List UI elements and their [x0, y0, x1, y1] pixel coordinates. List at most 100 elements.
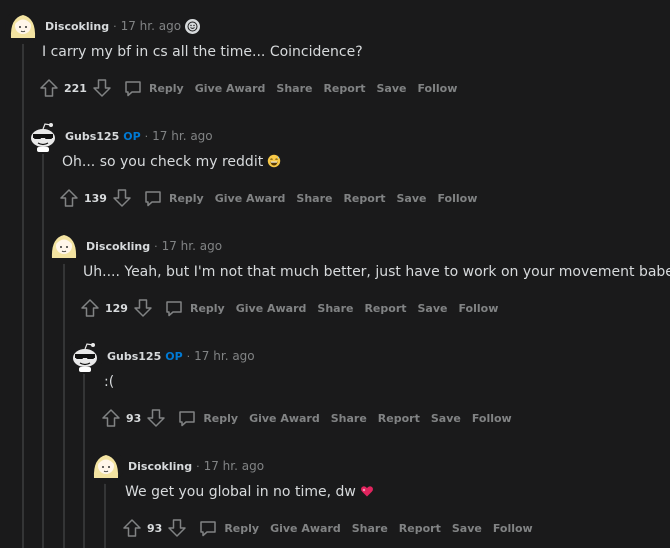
save-button[interactable]: Save	[452, 522, 482, 535]
give-award-button[interactable]: Give Award	[270, 522, 341, 535]
comment-timestamp[interactable]: 17 hr. ago	[162, 239, 222, 253]
save-button[interactable]: Save	[418, 302, 448, 315]
reply-label: Reply	[203, 411, 239, 425]
comment-header: Discokling · 17 hr. ago	[88, 446, 264, 486]
comment: Gubs125 OP · 17 hr. ago Oh... so you che…	[25, 116, 665, 216]
downvote-icon[interactable]	[146, 408, 166, 428]
share-button[interactable]: Share	[296, 192, 332, 205]
report-button[interactable]: Report	[399, 522, 441, 535]
comment: Discokling · 17 hr. ago I carry my bf in…	[5, 6, 665, 106]
comment-bubble-icon	[123, 78, 143, 98]
vote-count: 221	[64, 81, 87, 95]
reply-button[interactable]: Reply	[177, 408, 238, 428]
comment-timestamp[interactable]: 17 hr. ago	[194, 349, 254, 363]
comment-bubble-icon	[198, 518, 218, 538]
comment-body: :(	[104, 374, 114, 390]
comment-actions: 129 Reply Give Award Share Report Save F…	[80, 298, 498, 318]
op-badge: OP	[123, 129, 141, 143]
snoo-sunglasses-avatar-icon[interactable]	[67, 338, 103, 374]
separator: ·	[113, 19, 117, 33]
comment-header: Gubs125 OP · 17 hr. ago	[67, 336, 255, 376]
thread-line[interactable]	[22, 42, 24, 548]
reply-label: Reply	[168, 191, 204, 205]
comment-text: I carry my bf in cs all the time... Coin…	[42, 44, 363, 60]
comment-actions: 221 Reply Give Award Share Report Save F…	[39, 78, 457, 98]
give-award-button[interactable]: Give Award	[236, 302, 307, 315]
comment: Gubs125 OP · 17 hr. ago :( 93 Reply Give…	[67, 336, 667, 436]
comment-bubble-icon	[143, 188, 163, 208]
comment-header: Discokling · 17 hr. ago	[5, 6, 201, 46]
follow-button[interactable]: Follow	[472, 412, 512, 425]
reply-label: Reply	[189, 301, 225, 315]
follow-button[interactable]: Follow	[493, 522, 533, 535]
comment-author[interactable]: Gubs125	[65, 130, 119, 143]
follow-button[interactable]: Follow	[458, 302, 498, 315]
vote-count: 129	[105, 301, 128, 315]
comment-header: Gubs125 OP · 17 hr. ago	[25, 116, 213, 156]
comment: Discokling · 17 hr. ago We get you globa…	[88, 446, 668, 546]
separator: ·	[186, 349, 191, 363]
op-badge: OP	[165, 349, 183, 363]
save-button[interactable]: Save	[431, 412, 461, 425]
share-button[interactable]: Share	[352, 522, 388, 535]
vote-count: 93	[147, 521, 163, 535]
report-button[interactable]: Report	[364, 302, 406, 315]
comment-bubble-icon	[164, 298, 184, 318]
comment-author[interactable]: Discokling	[45, 20, 109, 33]
downvote-icon[interactable]	[167, 518, 187, 538]
comment-body: I carry my bf in cs all the time... Coin…	[42, 44, 363, 60]
give-award-button[interactable]: Give Award	[195, 82, 266, 95]
reply-button[interactable]: Reply	[143, 188, 204, 208]
follow-button[interactable]: Follow	[437, 192, 477, 205]
separator: ·	[144, 129, 149, 143]
smile-icon	[185, 18, 201, 34]
comment-body: Oh... so you check my reddit	[62, 154, 281, 170]
reply-button[interactable]: Reply	[198, 518, 259, 538]
comment-author[interactable]: Discokling	[128, 460, 192, 473]
save-button[interactable]: Save	[397, 192, 427, 205]
comment-header: Discokling · 17 hr. ago	[46, 226, 222, 266]
comment-timestamp[interactable]: 17 hr. ago	[121, 19, 181, 33]
comment-actions: 93 Reply Give Award Share Report Save Fo…	[122, 518, 533, 538]
downvote-icon[interactable]	[112, 188, 132, 208]
upvote-icon[interactable]	[80, 298, 100, 318]
vote-count: 139	[84, 191, 107, 205]
grinning-sweat-emoji-icon	[267, 154, 281, 168]
anime-girl-avatar-icon[interactable]	[46, 228, 82, 264]
report-button[interactable]: Report	[343, 192, 385, 205]
comment-actions: 139 Reply Give Award Share Report Save F…	[59, 188, 477, 208]
report-button[interactable]: Report	[323, 82, 365, 95]
comment-text: We get you global in no time, dw	[125, 484, 356, 500]
give-award-button[interactable]: Give Award	[249, 412, 320, 425]
comment-actions: 93 Reply Give Award Share Report Save Fo…	[101, 408, 512, 428]
sparkling-heart-emoji-icon	[360, 484, 374, 498]
comment-timestamp[interactable]: 17 hr. ago	[204, 459, 264, 473]
separator: ·	[196, 459, 200, 473]
upvote-icon[interactable]	[122, 518, 142, 538]
snoo-sunglasses-avatar-icon[interactable]	[25, 118, 61, 154]
separator: ·	[154, 239, 158, 253]
share-button[interactable]: Share	[331, 412, 367, 425]
share-button[interactable]: Share	[317, 302, 353, 315]
comment-timestamp[interactable]: 17 hr. ago	[152, 129, 212, 143]
upvote-icon[interactable]	[59, 188, 79, 208]
follow-button[interactable]: Follow	[417, 82, 457, 95]
downvote-icon[interactable]	[133, 298, 153, 318]
comment-author[interactable]: Gubs125	[107, 350, 161, 363]
reply-button[interactable]: Reply	[164, 298, 225, 318]
anime-girl-avatar-icon[interactable]	[88, 448, 124, 484]
share-button[interactable]: Share	[276, 82, 312, 95]
upvote-icon[interactable]	[101, 408, 121, 428]
anime-girl-avatar-icon[interactable]	[5, 8, 41, 44]
upvote-icon[interactable]	[39, 78, 59, 98]
report-button[interactable]: Report	[378, 412, 420, 425]
give-award-button[interactable]: Give Award	[215, 192, 286, 205]
downvote-icon[interactable]	[92, 78, 112, 98]
comment-bubble-icon	[177, 408, 197, 428]
comment: Discokling · 17 hr. ago Uh.... Yeah, but…	[46, 226, 670, 326]
reply-label: Reply	[224, 521, 260, 535]
comment-author[interactable]: Discokling	[86, 240, 150, 253]
reply-button[interactable]: Reply	[123, 78, 184, 98]
save-button[interactable]: Save	[377, 82, 407, 95]
comment-body: We get you global in no time, dw	[125, 484, 374, 500]
